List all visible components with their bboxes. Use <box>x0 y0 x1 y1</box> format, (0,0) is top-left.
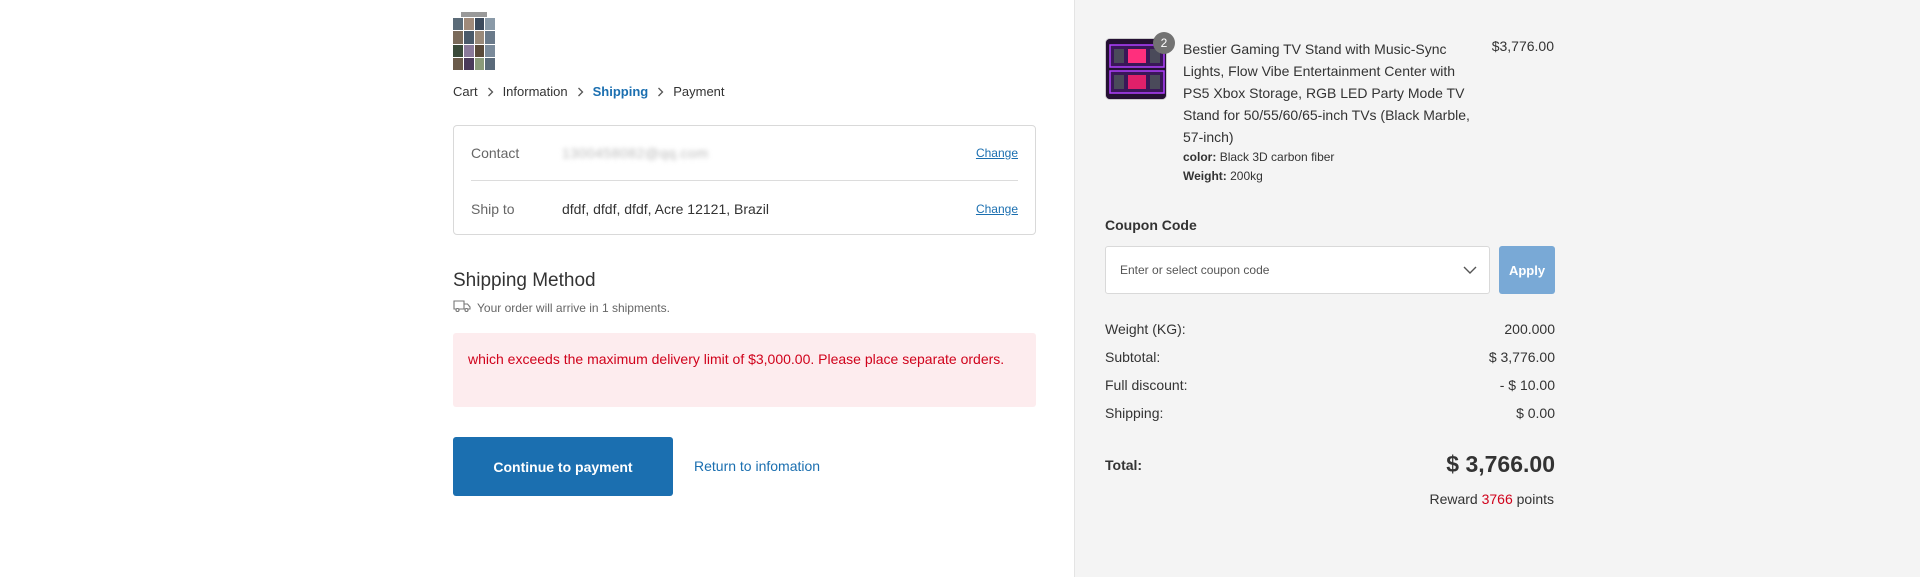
ship-to-label: Ship to <box>471 200 515 217</box>
reward-suffix: points <box>1516 491 1554 507</box>
chevron-right-icon <box>487 87 494 97</box>
breadcrumb-information[interactable]: Information <box>503 84 568 99</box>
review-info-box: Contact 1300458082@qq.com Change Ship to… <box>453 125 1036 235</box>
product-weight: Weight: 200kg <box>1183 169 1263 183</box>
coupon-code-select[interactable]: Enter or select coupon code <box>1105 246 1490 294</box>
total-row: Total: $ 3,766.00 <box>1105 451 1555 478</box>
summary-row-shipping: Shipping: $ 0.00 <box>1105 405 1555 421</box>
coupon-placeholder: Enter or select coupon code <box>1120 263 1270 277</box>
product-color-label: color: <box>1183 150 1217 164</box>
product-name: Bestier Gaming TV Stand with Music-Sync … <box>1183 41 1470 145</box>
summary-label: Shipping: <box>1105 405 1164 421</box>
product-color-value: Black 3D carbon fiber <box>1219 150 1335 164</box>
continue-to-payment-button[interactable]: Continue to payment <box>453 437 673 496</box>
coupon-code-title: Coupon Code <box>1105 217 1197 233</box>
total-label: Total: <box>1105 456 1143 473</box>
delivery-limit-alert: which exceeds the maximum delivery limit… <box>453 333 1036 407</box>
truck-icon <box>453 300 477 315</box>
breadcrumb-payment: Payment <box>673 84 725 99</box>
chevron-right-icon <box>577 87 584 97</box>
contact-row: Contact 1300458082@qq.com Change <box>471 126 1018 181</box>
quantity-badge: 2 <box>1153 32 1175 54</box>
breadcrumb: Cart Information Shipping Payment <box>453 84 725 99</box>
reward-points-value: 3766 <box>1481 491 1513 507</box>
ship-to-value: dfdf, dfdf, dfdf, Acre 12121, Brazil <box>562 200 770 217</box>
reward-prefix: Reward <box>1429 491 1478 507</box>
reward-points: Reward 3766 points <box>1429 491 1554 507</box>
chevron-right-icon <box>657 87 664 97</box>
total-value: $ 3,766.00 <box>1446 451 1555 477</box>
return-to-information-link[interactable]: Return to infomation <box>694 458 820 474</box>
chevron-down-icon <box>1463 264 1477 278</box>
shipment-note: Your order will arrive in 1 shipments. <box>453 300 670 315</box>
summary-label: Subtotal: <box>1105 349 1161 365</box>
summary-row-subtotal: Subtotal: $ 3,776.00 <box>1105 349 1555 365</box>
breadcrumb-shipping: Shipping <box>592 84 649 99</box>
summary-row-weight: Weight (KG): 200.000 <box>1105 321 1555 337</box>
store-logo[interactable] <box>453 12 495 70</box>
product-color: color: Black 3D carbon fiber <box>1183 150 1334 164</box>
contact-value: 1300458082@qq.com <box>562 145 709 161</box>
summary-label: Full discount: <box>1105 377 1188 393</box>
change-ship-to-link[interactable]: Change <box>976 202 1018 216</box>
summary-value: - $ 10.00 <box>1499 377 1555 393</box>
shipping-method-title: Shipping Method <box>453 270 596 291</box>
product-weight-value: 200kg <box>1230 169 1263 183</box>
summary-label: Weight (KG): <box>1105 321 1186 337</box>
apply-coupon-button[interactable]: Apply <box>1499 246 1555 294</box>
breadcrumb-cart[interactable]: Cart <box>453 84 478 99</box>
summary-value: $ 3,776.00 <box>1488 349 1555 365</box>
contact-label: Contact <box>471 145 520 161</box>
summary-value: $ 0.00 <box>1516 405 1555 421</box>
product-weight-label: Weight: <box>1183 169 1227 183</box>
change-contact-link[interactable]: Change <box>976 146 1018 160</box>
ship-to-row: Ship to dfdf, dfdf, dfdf, Acre 12121, Br… <box>471 181 1018 236</box>
summary-value: 200.000 <box>1504 321 1555 337</box>
product-price: $3,776.00 <box>1491 38 1554 54</box>
shipment-note-text: Your order will arrive in 1 shipments. <box>477 300 670 315</box>
summary-row-discount: Full discount: - $ 10.00 <box>1105 377 1555 393</box>
checkout-main-panel: Cart Information Shipping Payment Contac… <box>0 0 1074 577</box>
